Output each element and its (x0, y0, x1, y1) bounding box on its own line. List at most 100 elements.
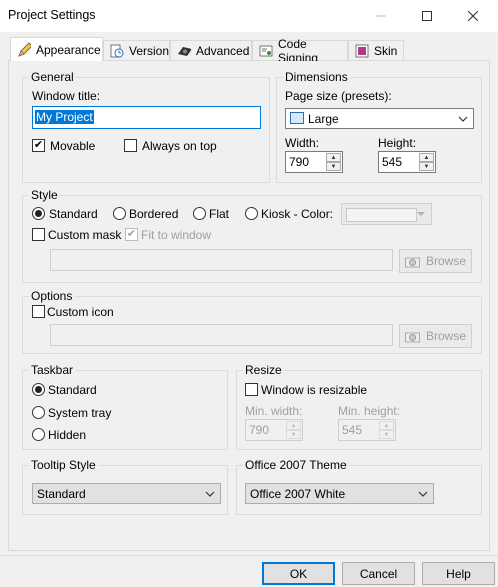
mask-path-input[interactable] (50, 249, 393, 271)
spin-up-icon[interactable]: ▲ (286, 421, 301, 430)
page-size-label: Page size (presets): (285, 89, 392, 103)
window-title-label: Window title: (32, 89, 101, 103)
clock-document-icon (110, 44, 124, 58)
min-width-label: Min. width: (245, 404, 303, 418)
height-label: Height: (378, 136, 417, 150)
fit-to-window-label: Fit to window (141, 228, 212, 242)
help-label: Help (446, 566, 471, 581)
chevron-down-icon (416, 204, 426, 224)
tab-label: Advanced (196, 43, 250, 58)
page-size-select[interactable]: Large (285, 108, 474, 129)
taskbar-standard-radio[interactable] (32, 383, 45, 396)
options-legend: Options (29, 289, 75, 303)
chevron-down-icon (205, 484, 215, 503)
height-value: 545 (382, 155, 403, 169)
skin-palette-icon (355, 44, 369, 58)
office-theme-value: Office 2007 White (250, 487, 346, 501)
close-button[interactable] (450, 0, 496, 32)
certificate-icon (259, 44, 273, 58)
maximize-button[interactable] (404, 0, 450, 32)
general-legend: General (29, 70, 76, 84)
minimize-button[interactable] (358, 0, 404, 32)
browse-icon (404, 255, 421, 268)
min-height-value: 545 (342, 423, 363, 437)
title-bar: Project Settings (0, 0, 498, 32)
browse-label: Browse (425, 254, 466, 268)
tab-appearance[interactable]: Appearance (10, 37, 103, 61)
dimensions-legend: Dimensions (283, 70, 350, 84)
taskbar-legend: Taskbar (29, 363, 76, 377)
mask-browse-button[interactable]: Browse (399, 249, 472, 273)
taskbar-hidden-label: Hidden (48, 428, 87, 442)
always-on-top-checkbox[interactable] (124, 139, 137, 152)
close-icon (468, 11, 478, 21)
window-title: Project Settings (8, 8, 96, 22)
office-theme-select[interactable]: Office 2007 White (245, 483, 434, 504)
min-width-value: 790 (249, 423, 270, 437)
min-height-stepper[interactable]: 545 ▲ ▼ (338, 419, 396, 441)
height-stepper[interactable]: 545 ▲ ▼ (378, 151, 436, 173)
style-bordered-label: Bordered (129, 207, 179, 221)
tab-label: Appearance (36, 42, 101, 57)
maximize-icon (422, 11, 432, 21)
chevron-down-icon (458, 109, 468, 128)
tab-skin[interactable]: Skin (348, 40, 404, 60)
spin-down-icon[interactable]: ▼ (286, 430, 301, 439)
custom-mask-checkbox[interactable] (32, 228, 45, 241)
tooltip-style-select[interactable]: Standard (32, 483, 221, 504)
gear-icon (177, 44, 191, 58)
browse-icon (404, 330, 421, 343)
icon-browse-button[interactable]: Browse (399, 324, 472, 348)
custom-icon-label: Custom icon (47, 305, 114, 319)
cancel-label: Cancel (359, 566, 398, 581)
min-width-stepper[interactable]: 790 ▲ ▼ (245, 419, 303, 441)
icon-path-input[interactable] (50, 324, 393, 346)
window-title-input[interactable]: My Project (32, 106, 261, 129)
movable-checkbox[interactable]: ✔ (32, 139, 45, 152)
style-bordered-radio[interactable] (113, 207, 126, 220)
fit-to-window-checkbox[interactable]: ✔ (125, 228, 138, 241)
checkmark-icon: ✔ (126, 228, 137, 240)
width-value: 790 (289, 155, 310, 169)
tab-version[interactable]: Version (103, 40, 170, 60)
spin-up-icon[interactable]: ▲ (379, 421, 394, 430)
kiosk-color-select[interactable] (341, 203, 432, 225)
resize-legend: Resize (243, 363, 284, 377)
tooltip-style-value: Standard (37, 487, 86, 501)
spin-down-icon[interactable]: ▼ (379, 430, 394, 439)
style-standard-radio[interactable] (32, 207, 45, 220)
style-flat-radio[interactable] (193, 207, 206, 220)
tab-advanced[interactable]: Advanced (170, 40, 252, 60)
spin-down-icon[interactable]: ▼ (326, 162, 341, 171)
help-button[interactable]: Help (422, 562, 495, 585)
resizable-checkbox[interactable] (245, 383, 258, 396)
taskbar-system-tray-radio[interactable] (32, 406, 45, 419)
color-swatch (346, 208, 417, 222)
style-kiosk-label: Kiosk - Color: (261, 207, 334, 221)
taskbar-standard-label: Standard (48, 383, 97, 397)
minimize-icon (376, 15, 386, 17)
resizable-label: Window is resizable (261, 383, 368, 397)
style-legend: Style (29, 188, 60, 202)
movable-label: Movable (50, 139, 96, 153)
cancel-button[interactable]: Cancel (342, 562, 415, 585)
spin-up-icon[interactable]: ▲ (326, 153, 341, 162)
browse-label: Browse (425, 329, 466, 343)
ok-label: OK (289, 566, 308, 581)
width-stepper[interactable]: 790 ▲ ▼ (285, 151, 343, 173)
office-theme-legend: Office 2007 Theme (243, 458, 349, 472)
window-title-value: My Project (35, 110, 94, 124)
tab-label: Skin (374, 43, 398, 58)
spin-up-icon[interactable]: ▲ (419, 153, 434, 162)
always-on-top-label: Always on top (142, 139, 217, 153)
style-kiosk-radio[interactable] (245, 207, 258, 220)
taskbar-hidden-radio[interactable] (32, 428, 45, 441)
custom-icon-checkbox[interactable] (32, 305, 45, 318)
tab-code-signing[interactable]: Code Signing (252, 37, 348, 65)
pencil-icon (17, 41, 31, 57)
style-flat-label: Flat (209, 207, 230, 221)
spin-down-icon[interactable]: ▼ (419, 162, 434, 171)
ok-button[interactable]: OK (262, 562, 335, 585)
min-height-label: Min. height: (338, 404, 401, 418)
custom-mask-label: Custom mask (48, 228, 122, 242)
